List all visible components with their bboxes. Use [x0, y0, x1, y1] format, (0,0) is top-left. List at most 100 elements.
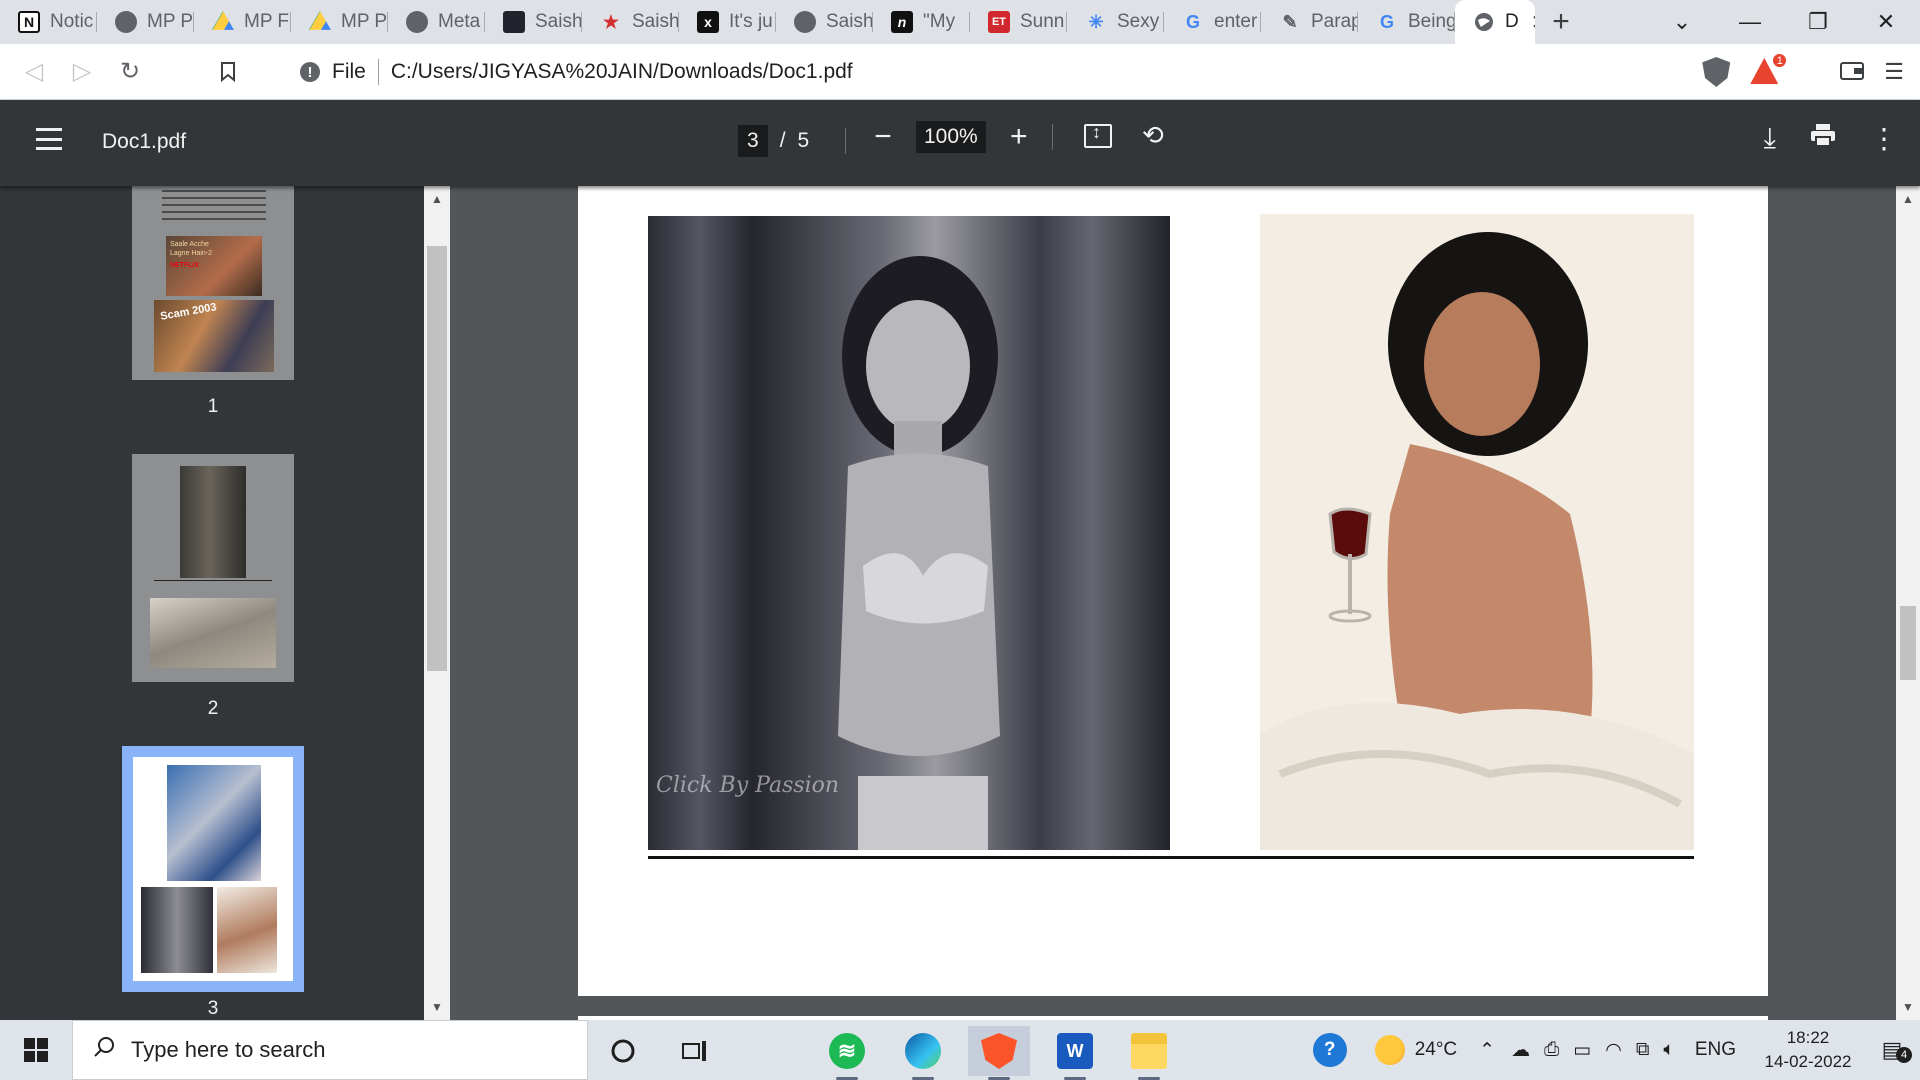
new-tab-button[interactable]: +	[1541, 0, 1581, 44]
tab-active[interactable]: D ✕	[1455, 0, 1535, 44]
tab[interactable]: ★ Saish	[582, 0, 679, 44]
brave-rewards-icon[interactable]: 1	[1750, 52, 1789, 86]
hamburger-menu-icon[interactable]	[36, 128, 62, 150]
wallet-icon[interactable]	[1840, 60, 1865, 85]
spotify-app[interactable]: ≋	[816, 1026, 878, 1080]
fit-page-icon[interactable]	[1084, 122, 1112, 148]
meet-now-icon[interactable]: ⎙	[1544, 1039, 1559, 1061]
tab-label: D	[1505, 11, 1519, 32]
scroll-down-icon[interactable]: ▼	[1896, 1000, 1920, 1014]
restore-button[interactable]: ❐	[1784, 9, 1852, 35]
display-icon[interactable]: ⧉	[1636, 1039, 1650, 1061]
thumbnail-image	[150, 598, 276, 668]
battery-icon[interactable]: ▭	[1573, 1039, 1591, 1062]
close-icon[interactable]: ✕	[1531, 10, 1535, 35]
more-options-icon[interactable]: ⋮	[1870, 122, 1898, 155]
edge-app[interactable]	[892, 1026, 954, 1080]
tab-label: enter	[1214, 11, 1258, 32]
forward-button[interactable]: ▷	[58, 48, 106, 96]
print-icon[interactable]	[1810, 122, 1836, 155]
help-icon[interactable]: ?	[1312, 1033, 1347, 1067]
cortana-button[interactable]	[592, 1026, 654, 1076]
scrollbar-thumb[interactable]	[1900, 606, 1916, 680]
tab-label: Parap	[1311, 11, 1358, 32]
document-viewer: Click By Passion ▲ ▼	[450, 186, 1920, 1020]
tab-label: Saish	[826, 11, 873, 32]
word-app[interactable]: W	[1044, 1026, 1106, 1080]
task-view-button[interactable]	[664, 1026, 726, 1076]
tab[interactable]: Meta	[388, 0, 485, 44]
tab-search-icon[interactable]: ⌄	[1648, 9, 1716, 35]
thumbnail-page-2[interactable]	[132, 454, 294, 682]
globe-icon	[794, 11, 816, 33]
page-selector: 3 / 5	[738, 125, 847, 157]
info-icon[interactable]: !	[300, 62, 320, 82]
toolbar-actions: ⤓ ⋮	[1764, 122, 1898, 155]
weather-temp[interactable]: 24°C	[1415, 1039, 1457, 1061]
wifi-icon[interactable]: ◠	[1605, 1039, 1622, 1062]
file-explorer-app[interactable]	[1118, 1026, 1180, 1080]
reload-button[interactable]: ↻	[106, 48, 154, 96]
divider	[377, 59, 379, 85]
pdf-page-3: Click By Passion	[578, 186, 1768, 996]
task-view-icon	[677, 1033, 713, 1069]
thumbnail-page-1[interactable]: Saale Acche Lagne Hain-2 NETFLIX Scam 20…	[132, 186, 294, 380]
menu-icon[interactable]: ☰	[1884, 59, 1904, 85]
volume-icon[interactable]: 🔈︎	[1663, 1039, 1674, 1061]
page-input[interactable]: 3	[738, 125, 768, 157]
scroll-up-icon[interactable]: ▲	[424, 192, 450, 206]
thumbnail-image: Saale Acche Lagne Hain-2 NETFLIX	[166, 236, 262, 296]
spotify-icon: ≋	[829, 1033, 865, 1069]
tab[interactable]: ET Sunn	[970, 0, 1067, 44]
bookmark-icon[interactable]	[204, 48, 252, 96]
x-icon: x	[697, 11, 719, 33]
notification-icon[interactable]: ▤ 4	[1864, 1037, 1920, 1063]
minimize-button[interactable]: —	[1716, 9, 1784, 35]
onedrive-icon[interactable]: ☁	[1511, 1039, 1530, 1062]
thumbnail-image	[167, 765, 261, 881]
tab[interactable]: Saish	[776, 0, 873, 44]
tab[interactable]: G Being	[1358, 0, 1455, 44]
download-icon[interactable]: ⤓	[1764, 122, 1776, 155]
taskbar-search[interactable]: Type here to search	[72, 1020, 588, 1080]
tab[interactable]: Saish	[485, 0, 582, 44]
tab-list: N Notic MP P MP F MP P Meta Saish ★ Saish x It's j…	[0, 0, 1455, 44]
windows-icon	[24, 1038, 48, 1062]
brave-shield-icon[interactable]	[1702, 57, 1731, 87]
back-button[interactable]: ◁	[10, 48, 58, 96]
tab[interactable]: Genter	[1164, 0, 1261, 44]
thumbnail-title: Scam 2003	[159, 301, 218, 323]
tab[interactable]: MP F	[194, 0, 291, 44]
scroll-down-icon[interactable]: ▼	[424, 1000, 450, 1014]
zoom-controls: − 100% +	[868, 120, 1053, 154]
tab[interactable]: n "My	[873, 0, 970, 44]
zoom-out-icon[interactable]: −	[868, 120, 898, 154]
weather-icon[interactable]	[1374, 1035, 1405, 1065]
thumbnail-page-3[interactable]	[133, 757, 293, 981]
tab[interactable]: MP P	[97, 0, 194, 44]
omnibox[interactable]: ! File C:/Users/JIGYASA%20JAIN/Downloads…	[300, 50, 1520, 94]
document-scrollbar[interactable]: ▲ ▼	[1896, 186, 1920, 1020]
brave-app[interactable]	[968, 1026, 1030, 1080]
scrollbar-thumb[interactable]	[427, 246, 447, 671]
chevron-up-icon[interactable]: ⌃	[1479, 1039, 1495, 1062]
start-button[interactable]	[0, 1020, 72, 1080]
store-app[interactable]	[740, 1026, 802, 1076]
rotate-icon[interactable]: ⟲	[1142, 120, 1164, 151]
rewards-badge: 1	[1771, 52, 1789, 69]
tab[interactable]: x It's ju	[679, 0, 776, 44]
tab[interactable]: MP P	[291, 0, 388, 44]
close-window-button[interactable]: ✕	[1852, 9, 1920, 35]
zoom-in-icon[interactable]: +	[1004, 120, 1034, 154]
tab[interactable]: ✳ Sexy	[1067, 0, 1164, 44]
tab-label: Saish	[632, 11, 679, 32]
google-icon: G	[1379, 11, 1394, 32]
tab[interactable]: N Notic	[0, 0, 97, 44]
scroll-up-icon[interactable]: ▲	[1896, 192, 1920, 206]
tab[interactable]: ✎ Parap	[1261, 0, 1358, 44]
sidebar-scrollbar[interactable]: ▲ ▼	[424, 186, 450, 1020]
zoom-input[interactable]: 100%	[916, 121, 986, 153]
clock[interactable]: 18:22 14-02-2022	[1752, 1026, 1864, 1074]
language-indicator[interactable]: ENG	[1695, 1039, 1736, 1061]
url-text[interactable]: C:/Users/JIGYASA%20JAIN/Downloads/Doc1.p…	[391, 60, 853, 84]
